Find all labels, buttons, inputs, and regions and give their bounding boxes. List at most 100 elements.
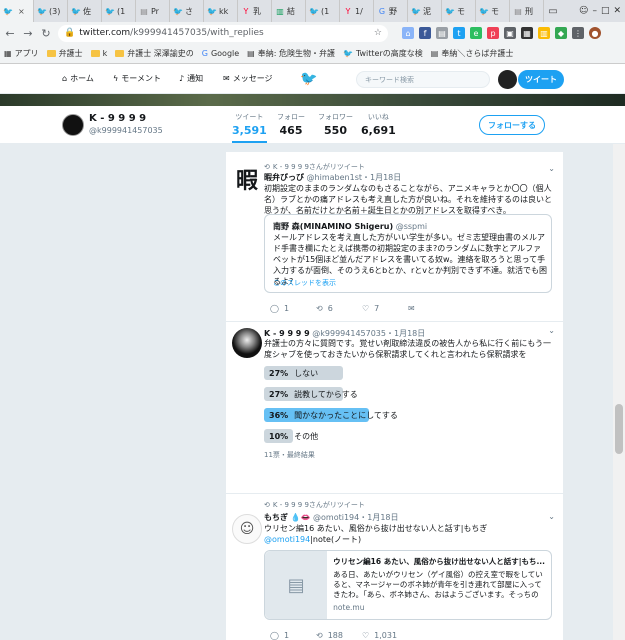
bookmark-item[interactable]: G Google bbox=[202, 49, 239, 58]
scrollbar-thumb[interactable] bbox=[615, 404, 623, 454]
browser-tab[interactable]: 🐦 × bbox=[0, 0, 34, 22]
browser-tab[interactable]: 🐦 佐 bbox=[68, 0, 102, 22]
bookmark-item[interactable]: k bbox=[90, 49, 107, 58]
reply-button[interactable]: ◯ 1 bbox=[270, 631, 316, 640]
browser-tab[interactable]: 🐦 モ bbox=[442, 0, 476, 22]
tag-icon[interactable]: ◆ bbox=[555, 27, 567, 39]
reload-icon[interactable]: ↻ bbox=[40, 27, 52, 40]
like-button[interactable]: ♡ 7 bbox=[362, 304, 408, 313]
profile-stat[interactable]: フォロー 465 bbox=[277, 112, 305, 137]
search-input[interactable]: キーワード検索 bbox=[356, 71, 490, 88]
mention-link[interactable]: @omoti194 bbox=[264, 535, 310, 544]
stat-value: 6,691 bbox=[361, 124, 396, 137]
tweet-author[interactable]: 暇弁びっび bbox=[264, 173, 304, 182]
tab-label: 刑 bbox=[525, 6, 533, 16]
new-tab-icon[interactable]: ▭ bbox=[544, 0, 562, 22]
minimize-icon[interactable]: – bbox=[592, 6, 597, 16]
browser-tab[interactable]: 🐦 (1 bbox=[102, 0, 136, 22]
retweet-button[interactable]: ⟲ 188 bbox=[316, 631, 362, 640]
lock-icon: 🔒 bbox=[64, 28, 76, 38]
follow-button[interactable]: フォローする bbox=[479, 115, 545, 135]
nav-notifications[interactable]: ♪ 通知 bbox=[179, 73, 203, 84]
tweet-button[interactable]: ツイート bbox=[518, 70, 564, 89]
tweet-date[interactable]: ・1月18日 bbox=[386, 329, 425, 338]
tweet-date[interactable]: ・1月18日 bbox=[359, 513, 398, 522]
browser-tab[interactable]: 🐦 さ bbox=[170, 0, 204, 22]
page-ext-icon[interactable]: ▤ bbox=[436, 27, 448, 39]
bookmark-item[interactable]: 弁護士 深澤諭史の bbox=[115, 48, 194, 59]
tweet-avatar[interactable]: ☺ bbox=[232, 514, 262, 544]
nav-moments[interactable]: ϟ モーメント bbox=[113, 73, 161, 84]
profile-stat[interactable]: フォロワー 550 bbox=[318, 112, 353, 137]
retweet-button[interactable]: ⟲ 6 bbox=[316, 304, 362, 313]
tweet-handle[interactable]: @omoti194 bbox=[313, 513, 359, 522]
profile-name[interactable]: K - 9 9 9 9 bbox=[89, 113, 146, 124]
twitter-ext-icon[interactable]: t bbox=[453, 27, 465, 39]
pocket-icon[interactable]: p bbox=[487, 27, 499, 39]
tweet-handle[interactable]: @himaben1st bbox=[307, 173, 362, 182]
close-window-icon[interactable]: ✕ bbox=[613, 6, 621, 16]
bookmark-item[interactable]: ▤ 奉納: 危険生物・弁護 bbox=[247, 48, 335, 59]
bookmark-item[interactable]: ▤ 奉納＼さらば弁護士 bbox=[431, 48, 514, 59]
tweet[interactable]: ⟲ K - 9 9 9 9さんがリツイート 暇 暇弁びっび @himaben1st… bbox=[226, 152, 563, 322]
address-bar[interactable]: 🔒 twitter.com/k999941457035/with_replies… bbox=[58, 24, 388, 42]
bookmark-item[interactable]: ▦ アプリ bbox=[4, 48, 39, 59]
folder-icon bbox=[90, 50, 100, 57]
calendar-icon[interactable]: ▥ bbox=[538, 27, 550, 39]
grid-icon[interactable]: ▦ bbox=[521, 27, 533, 39]
tweet-avatar[interactable] bbox=[232, 328, 262, 358]
browser-tab[interactable]: G野 bbox=[374, 0, 408, 22]
browser-tab[interactable]: ▤ Pr bbox=[136, 0, 170, 22]
browser-tab[interactable]: 🐦 kk bbox=[204, 0, 238, 22]
evernote-icon[interactable]: e bbox=[470, 27, 482, 39]
tweet[interactable]: K - 9 9 9 9 @k999941457035・1月18日 ⌄ 弁護士の方… bbox=[226, 322, 563, 494]
profile-avatar[interactable] bbox=[62, 114, 84, 136]
like-button[interactable]: ♡ 1,031 bbox=[362, 631, 408, 640]
folder-icon bbox=[115, 50, 125, 57]
chevron-down-icon[interactable]: ⌄ bbox=[548, 164, 555, 173]
tweet-handle[interactable]: @k999941457035 bbox=[312, 329, 386, 338]
browser-tab[interactable]: Y 1/ bbox=[340, 0, 374, 22]
tab-label: 野 bbox=[389, 6, 397, 16]
browser-tab[interactable]: 🐦 (1 bbox=[306, 0, 340, 22]
ext-avatar-icon[interactable]: ● bbox=[589, 27, 601, 39]
avatar[interactable] bbox=[498, 70, 517, 89]
browser-tab[interactable]: ▤ 刑 bbox=[510, 0, 544, 22]
home-ext-icon[interactable]: ⌂ bbox=[402, 27, 414, 39]
browser-tab[interactable]: 🐦 モ bbox=[476, 0, 510, 22]
reply-button[interactable]: ◯ 1 bbox=[270, 304, 316, 313]
nav-messages[interactable]: ✉ メッセージ bbox=[223, 73, 273, 84]
twitter-logo-icon[interactable]: 🐦 bbox=[300, 71, 317, 87]
nav-home[interactable]: ⌂ ホーム bbox=[62, 73, 94, 84]
close-tab-icon[interactable]: × bbox=[18, 7, 25, 16]
dm-button[interactable]: ✉ bbox=[408, 304, 454, 313]
chevron-down-icon[interactable]: ⌄ bbox=[548, 326, 555, 335]
show-thread-link[interactable]: このスレッドを表示 bbox=[273, 278, 336, 288]
bookmark-item[interactable]: 弁護士 bbox=[46, 48, 83, 59]
tweet-text: 弁護士の方々に質問です。覚せい剤取締法違反の被告人から私に行く前にもう一度シャブ… bbox=[264, 339, 551, 359]
tweet-avatar[interactable]: 暇 bbox=[232, 164, 262, 194]
forward-icon[interactable]: → bbox=[22, 27, 34, 40]
quote-tweet[interactable]: 南野 森(MINAMINO Shigeru) @sspmi メールアドレスを考え… bbox=[264, 214, 552, 293]
back-icon[interactable]: ← bbox=[4, 27, 16, 40]
link-card[interactable]: ▤ ウリセン編16 あたい、風俗から抜け出せない人と話す|もち... ある日、あ… bbox=[264, 550, 552, 620]
menu-icon[interactable]: ⋮ bbox=[572, 27, 584, 39]
browser-tab[interactable]: ▥ 結 bbox=[272, 0, 306, 22]
browser-tab[interactable]: 🐦 (3) bbox=[34, 0, 68, 22]
star-icon[interactable]: ☆ bbox=[374, 28, 382, 38]
browser-tab[interactable]: Y乳 bbox=[238, 0, 272, 22]
browser-tab[interactable]: 🐦 泥 bbox=[408, 0, 442, 22]
maximize-icon[interactable]: □ bbox=[601, 6, 610, 16]
tweet-author[interactable]: K - 9 9 9 9 bbox=[264, 329, 310, 338]
camera-icon[interactable]: ▣ bbox=[504, 27, 516, 39]
tweet[interactable]: ⟲ K - 9 9 9 9さんがリツイート ☺ もちぎ 💧👄 @omoti194・… bbox=[226, 494, 563, 640]
facebook-icon[interactable]: f bbox=[419, 27, 431, 39]
profile-stat[interactable]: いいね 6,691 bbox=[361, 112, 396, 137]
bookmark-item[interactable]: 🐦 Twitterの高度な検 bbox=[343, 48, 423, 59]
chevron-down-icon[interactable]: ⌄ bbox=[548, 512, 555, 521]
scrollbar[interactable] bbox=[613, 144, 625, 640]
profile-stat[interactable]: ツイート 3,591 bbox=[232, 112, 267, 143]
tweet-date[interactable]: ・1月18日 bbox=[362, 173, 401, 182]
profile-icon[interactable]: ☺ bbox=[579, 6, 588, 16]
tweet-author[interactable]: もちぎ bbox=[264, 513, 288, 522]
